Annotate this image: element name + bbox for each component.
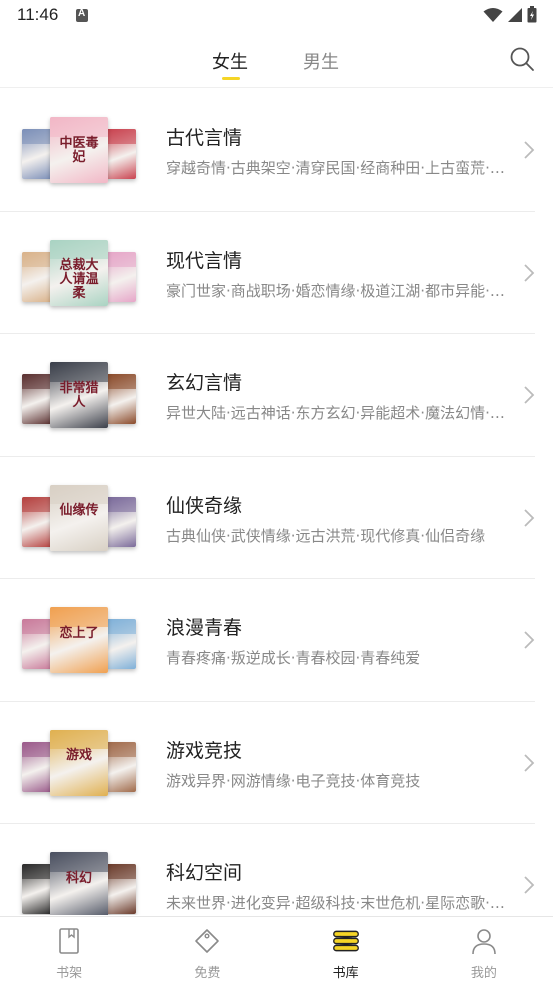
category-subtitle: 游戏异界·网游情缘·电子竞技·体育竞技 [166, 771, 421, 790]
nav-label: 书库 [332, 966, 359, 981]
cover-art-text: 科幻 [65, 870, 92, 886]
bookshelf-icon [59, 928, 79, 954]
tab-male[interactable]: 男生 [303, 48, 339, 74]
category-subtitle: 未来世界·进化变异·超级科技·末世危机·星际恋歌·时空穿梭 [166, 894, 516, 912]
cover-art-text: 仙缘传 [59, 503, 99, 519]
category-subtitle: 青春疼痛·叛逆成长·青春校园·青春纯爱 [166, 649, 421, 667]
cover-stack: 总裁大人请温柔 [22, 239, 140, 310]
category-title: 现代言情 [166, 249, 243, 272]
category-title: 仙侠奇缘 [166, 494, 243, 517]
cover-stack: 中医毒妃 [22, 117, 140, 187]
book-cover-right [106, 251, 136, 302]
category-title: 浪漫青春 [166, 617, 243, 639]
cover-stack: 科幻 [22, 852, 140, 915]
category-subtitle: 穿越奇情·古典架空·清穿民国·经商种田·上古蛮荒·宫闱宅斗 [166, 159, 516, 177]
book-cover-right [106, 619, 136, 669]
book-cover-left [22, 619, 52, 669]
nav-profile[interactable]: 我的 [415, 917, 553, 984]
nav-label: 我的 [470, 966, 497, 981]
chevron-right-icon [524, 386, 535, 404]
category-subtitle: 豪门世家·商战职场·婚恋情缘·极道江湖·都市异能·娱乐明星 [166, 281, 516, 300]
bottom-nav: 书架 免费 书库 我的 [0, 916, 553, 984]
book-cover-left [22, 864, 52, 914]
category-title: 游戏竞技 [166, 739, 243, 762]
category-title: 玄幻言情 [166, 372, 243, 394]
category-row[interactable]: 总裁大人请温柔 现代言情豪门世家·商战职场·婚恋情缘·极道江湖·都市异能·娱乐明星 [0, 212, 553, 334]
search-icon[interactable] [509, 46, 535, 72]
profile-icon [472, 929, 496, 955]
library-icon [332, 930, 359, 952]
book-cover-center: 中医毒妃 [50, 117, 108, 183]
signal-icon [508, 7, 522, 22]
chevron-right-icon [524, 508, 535, 527]
category-row[interactable]: 游戏 游戏竞技游戏异界·网游情缘·电子竞技·体育竞技 [0, 702, 553, 824]
category-header: 女生 男生 [0, 30, 553, 88]
status-icons [483, 6, 537, 23]
cover-art-text: 中医毒妃 [59, 135, 99, 165]
nav-library[interactable]: 书库 [277, 917, 415, 984]
category-row[interactable]: 非常猎人 玄幻言情异世大陆·远古神话·东方玄幻·异能超术·魔法幻情·西方奇幻 [0, 334, 553, 457]
chevron-right-icon [524, 631, 535, 649]
category-row[interactable]: 仙缘传 仙侠奇缘古典仙侠·武侠情缘·远古洪荒·现代修真·仙侣奇缘 [0, 457, 553, 579]
book-cover-center: 科幻 [50, 852, 108, 915]
book-cover-center: 恋上了 [50, 607, 108, 673]
book-cover-center: 非常猎人 [50, 362, 108, 428]
nav-free[interactable]: 免费 [138, 917, 276, 984]
status-time: 11:46 [17, 5, 59, 24]
active-tab-indicator [222, 77, 240, 80]
cover-stack: 恋上了 [22, 607, 140, 677]
nav-label: 书架 [56, 966, 83, 981]
book-cover-right [106, 374, 136, 424]
cover-art-text: 总裁大人请温柔 [59, 258, 99, 302]
category-list: 中医毒妃 古代言情穿越奇情·古典架空·清穿民国·经商种田·上古蛮荒·宫闱宅斗总裁大… [0, 89, 553, 915]
cover-stack: 非常猎人 [22, 362, 140, 432]
book-cover-left [22, 741, 52, 792]
chevron-right-icon [524, 263, 535, 282]
nav-bookshelf[interactable]: 书架 [0, 917, 138, 984]
book-cover-left [22, 129, 52, 179]
battery-icon [527, 6, 537, 23]
book-cover-left [22, 374, 52, 424]
cover-stack: 游戏 [22, 729, 140, 800]
category-row[interactable]: 恋上了 浪漫青春青春疼痛·叛逆成长·青春校园·青春纯爱 [0, 579, 553, 702]
notification-icon [76, 8, 88, 22]
cover-art-text: 非常猎人 [59, 380, 99, 410]
book-cover-right [106, 129, 136, 179]
category-row[interactable]: 中医毒妃 古代言情穿越奇情·古典架空·清穿民国·经商种田·上古蛮荒·宫闱宅斗 [0, 89, 553, 212]
category-title: 古代言情 [166, 127, 243, 149]
book-cover-left [22, 251, 52, 302]
tag-icon [195, 929, 220, 953]
cover-art-text: 恋上了 [59, 625, 99, 641]
book-cover-right [106, 741, 136, 792]
status-bar: 11:46 [0, 0, 553, 30]
book-cover-left [22, 496, 52, 547]
tab-female[interactable]: 女生 [212, 48, 248, 74]
chevron-right-icon [524, 753, 535, 772]
chevron-right-icon [524, 876, 535, 894]
book-cover-center: 仙缘传 [50, 484, 108, 551]
nav-label: 免费 [194, 966, 221, 981]
chevron-right-icon [524, 141, 535, 159]
book-cover-right [106, 864, 136, 914]
book-cover-right [106, 496, 136, 547]
category-title: 科幻空间 [166, 862, 243, 884]
cover-art-text: 游戏 [65, 748, 92, 764]
book-cover-center: 总裁大人请温柔 [50, 239, 108, 306]
cover-stack: 仙缘传 [22, 484, 140, 555]
book-cover-center: 游戏 [50, 729, 108, 796]
category-subtitle: 古典仙侠·武侠情缘·远古洪荒·现代修真·仙侣奇缘 [166, 526, 486, 545]
category-row[interactable]: 科幻 科幻空间未来世界·进化变异·超级科技·末世危机·星际恋歌·时空穿梭 [0, 824, 553, 915]
wifi-icon [483, 7, 503, 22]
category-subtitle: 异世大陆·远古神话·东方玄幻·异能超术·魔法幻情·西方奇幻 [166, 404, 516, 422]
